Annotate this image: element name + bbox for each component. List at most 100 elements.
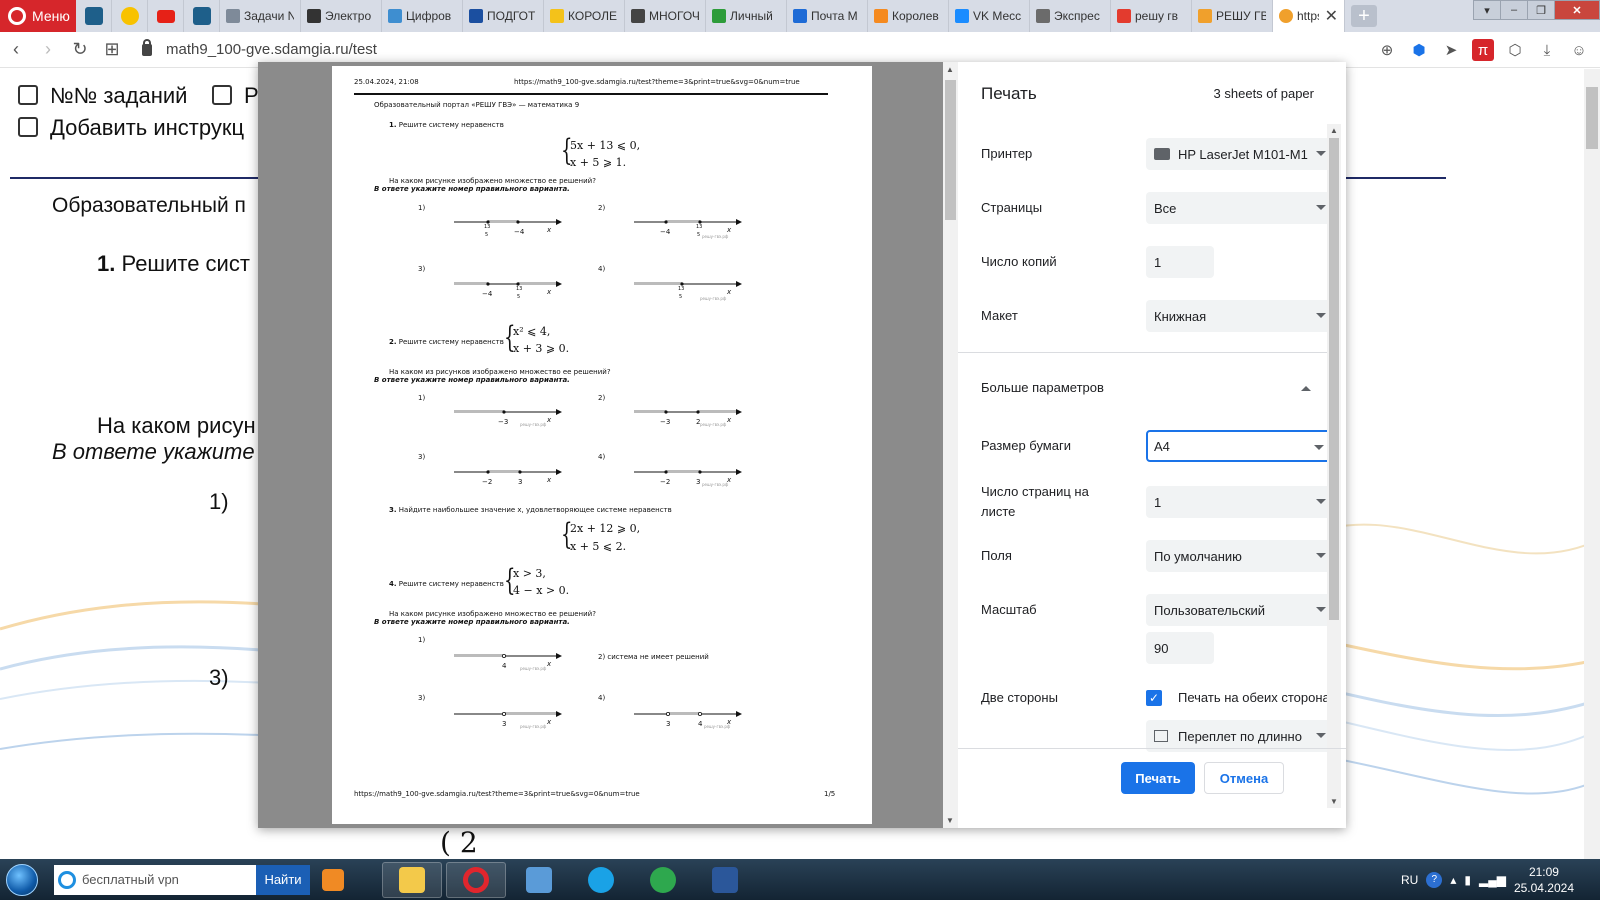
- preview-t1-opt4: 4): [598, 265, 606, 273]
- browser-tab[interactable]: ПОДГОТ: [463, 0, 544, 32]
- extension-icon[interactable]: π: [1472, 39, 1494, 61]
- pinned-tab-youtube[interactable]: [148, 0, 184, 32]
- task-numbers-checkbox[interactable]: [18, 85, 38, 105]
- browser-menu-button[interactable]: Меню: [0, 0, 76, 32]
- preview-t4-o1-wm: решу-гвэ.рф: [520, 666, 547, 671]
- duplex-checkbox[interactable]: ✓: [1146, 690, 1162, 706]
- forward-icon[interactable]: ›: [32, 34, 64, 66]
- network-icon[interactable]: ▂▄▆: [1479, 873, 1506, 887]
- page-scrollbar[interactable]: [1584, 69, 1600, 859]
- close-tab-icon[interactable]: ✕: [1325, 6, 1338, 26]
- preview-t2-o2-a: −3: [660, 418, 671, 426]
- settings-scrollbar-thumb[interactable]: [1329, 138, 1339, 620]
- skype-app[interactable]: [572, 862, 630, 898]
- pages-per-sheet-select[interactable]: 1: [1146, 486, 1336, 518]
- taskbar-search-button[interactable]: Найти: [256, 864, 310, 895]
- layout-select[interactable]: Книжная: [1146, 300, 1336, 332]
- chevron-down-icon: [1316, 607, 1326, 612]
- person-icon[interactable]: ☺: [1568, 39, 1590, 61]
- browser-tab[interactable]: Экспрес: [1030, 0, 1111, 32]
- add-instructions-label: Добавить инструкц: [50, 115, 245, 140]
- pinned-tab-4[interactable]: [184, 0, 220, 32]
- printer-select[interactable]: HP LaserJet M101-M1: [1146, 138, 1336, 170]
- more-settings-toggle[interactable]: Больше параметров: [981, 368, 1321, 408]
- minimize-button[interactable]: –: [1500, 0, 1528, 20]
- browser-tab[interactable]: Почта М: [787, 0, 868, 32]
- chevron-down-icon: [1316, 313, 1326, 318]
- chevron-up-icon: [1301, 386, 1311, 391]
- copies-input[interactable]: 1: [1146, 246, 1214, 278]
- browser-tab[interactable]: Цифров: [382, 0, 463, 32]
- preview-t1-o3-x: x: [547, 288, 552, 296]
- preview-t2-o3-x: x: [547, 476, 552, 484]
- shield-icon[interactable]: ⬢: [1408, 39, 1430, 61]
- browser-tab[interactable]: решу гв: [1111, 0, 1192, 32]
- browser-tab[interactable]: МНОГОЧ: [625, 0, 706, 32]
- preview-t2-opt3: 3): [418, 453, 426, 461]
- help-icon[interactable]: ?: [1426, 871, 1443, 888]
- page-scrollbar-thumb[interactable]: [1586, 87, 1598, 149]
- layout-label: Макет: [981, 308, 1018, 323]
- filter-icon[interactable]: ▾: [1473, 0, 1501, 20]
- mail-app[interactable]: [634, 862, 692, 898]
- download-icon[interactable]: ⤓: [1536, 39, 1558, 61]
- preview-t2-o4-b: 3: [696, 478, 701, 486]
- preview-scrollbar[interactable]: ▲ ▼: [943, 62, 958, 828]
- back-icon[interactable]: ‹: [0, 34, 32, 66]
- media-player-app[interactable]: [314, 862, 352, 898]
- scroll-up-icon[interactable]: ▲: [1330, 126, 1338, 135]
- scale-select[interactable]: Пользовательский: [1146, 594, 1336, 626]
- preview-task4-ineq2: 4 − x > 0.: [513, 584, 570, 597]
- start-button[interactable]: [0, 859, 44, 900]
- browser-tab[interactable]: РЕШУ ГВ: [1192, 0, 1273, 32]
- clock[interactable]: 21:09 25.04.2024: [1514, 864, 1574, 896]
- opera-app[interactable]: [446, 861, 506, 898]
- tab-label: Задачи N: [244, 9, 294, 23]
- new-tab-button[interactable]: +: [1351, 5, 1377, 27]
- volume-app[interactable]: [510, 862, 568, 898]
- preview-task2: 2. Решите систему неравенств: [389, 338, 504, 346]
- preview-t1-o4-wm: решу-гвэ.рф: [700, 296, 727, 301]
- browser-tab[interactable]: КОРОЛЕ: [544, 0, 625, 32]
- print-button[interactable]: Печать: [1121, 762, 1195, 794]
- browser-tab[interactable]: Королев: [868, 0, 949, 32]
- cube-icon[interactable]: ⬡: [1504, 39, 1526, 61]
- preview-task2-question: На каком из рисунков изображено множеств…: [389, 368, 611, 376]
- margins-select[interactable]: По умолчанию: [1146, 540, 1336, 572]
- send-icon[interactable]: ➤: [1440, 39, 1462, 61]
- grid-icon[interactable]: ⊞: [96, 34, 128, 66]
- browser-tab[interactable]: Личный: [706, 0, 787, 32]
- scroll-down-icon[interactable]: ▼: [1330, 797, 1338, 806]
- close-window-button[interactable]: ✕: [1554, 0, 1600, 20]
- cancel-button[interactable]: Отмена: [1204, 762, 1284, 794]
- preview-scrollbar-thumb[interactable]: [945, 80, 956, 220]
- add-instructions-checkbox[interactable]: [18, 117, 38, 137]
- maximize-button[interactable]: ❐: [1527, 0, 1555, 20]
- layout-row: Макет Книжная: [981, 300, 1336, 332]
- browser-tab[interactable]: Задачи N: [220, 0, 301, 32]
- url-field[interactable]: math9_100-gve.sdamgia.ru/test: [142, 38, 377, 58]
- battery-icon[interactable]: ▮: [1464, 873, 1471, 887]
- scroll-up-icon[interactable]: ▲: [946, 65, 954, 74]
- preview-t1-numberline-2: [634, 219, 742, 225]
- explorer-app[interactable]: [382, 861, 442, 898]
- language-indicator[interactable]: RU: [1401, 873, 1418, 887]
- preview-t4-opt2: 2) система не имеет решений: [598, 653, 709, 661]
- scroll-down-icon[interactable]: ▼: [946, 816, 954, 825]
- reload-icon[interactable]: ↻: [64, 34, 96, 66]
- settings-scrollbar[interactable]: ▲ ▼: [1327, 124, 1341, 808]
- r-option-checkbox[interactable]: [212, 85, 232, 105]
- browser-tab[interactable]: Электро: [301, 0, 382, 32]
- scale-custom-input[interactable]: 90: [1146, 632, 1214, 664]
- pages-select[interactable]: Все: [1146, 192, 1336, 224]
- browser-tab[interactable]: VK Месс: [949, 0, 1030, 32]
- partial-brace: ( 2: [440, 826, 478, 859]
- zoom-icon[interactable]: ⊕: [1376, 39, 1398, 61]
- pinned-tab-1[interactable]: [76, 0, 112, 32]
- word-app[interactable]: [696, 862, 754, 898]
- pinned-tab-2[interactable]: [112, 0, 148, 32]
- tab-active[interactable]: https: ✕: [1273, 0, 1345, 32]
- paper-size-select[interactable]: A4: [1146, 430, 1336, 462]
- tray-arrow-icon[interactable]: ▴: [1450, 873, 1456, 887]
- taskbar-search-input[interactable]: бесплатный vpn: [54, 864, 256, 895]
